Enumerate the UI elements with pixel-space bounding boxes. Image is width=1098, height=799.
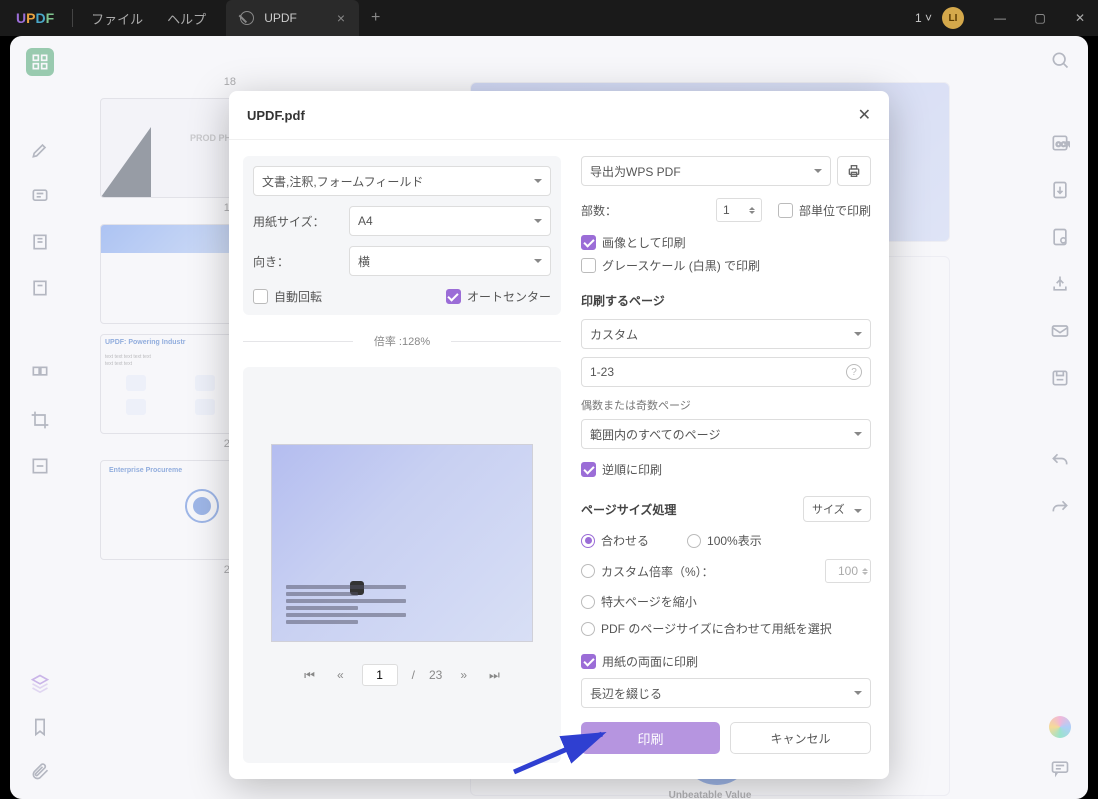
window-close-button[interactable]: ✕ xyxy=(1062,0,1098,36)
separator xyxy=(72,9,73,27)
duplex-checkbox[interactable]: 用紙の両面に印刷 xyxy=(581,653,698,670)
binding-select[interactable]: 長辺を綴じる xyxy=(581,678,871,708)
print-preview: ⏮ « / 23 » ⏭ xyxy=(243,367,561,763)
preview-page xyxy=(271,444,533,642)
odd-even-label: 偶数または奇数ページ xyxy=(581,397,871,413)
print-as-image-checkbox[interactable]: 画像として印刷 xyxy=(581,234,686,251)
first-page-button[interactable]: ⏮ xyxy=(300,664,319,687)
custom-scale-radio[interactable]: カスタム倍率（%）： xyxy=(581,563,714,580)
page-sep: / xyxy=(412,668,415,682)
cancel-button[interactable]: キャンセル xyxy=(730,722,871,754)
help-icon[interactable]: ? xyxy=(846,364,862,380)
paper-size-label: 用紙サイズ： xyxy=(253,213,349,230)
paper-size-select[interactable]: A4 xyxy=(349,206,551,236)
actual-size-radio[interactable]: 100%表示 xyxy=(687,532,762,549)
add-tab-button[interactable]: + xyxy=(371,9,380,27)
size-mode-select[interactable]: サイズ xyxy=(803,496,871,522)
copies-label: 部数： xyxy=(581,202,617,219)
page-total: 23 xyxy=(429,668,442,682)
odd-even-select[interactable]: 範囲内のすべてのページ xyxy=(581,419,871,449)
orientation-select[interactable]: 横 xyxy=(349,246,551,276)
window-maximize-button[interactable]: ▢ xyxy=(1022,0,1058,36)
collate-checkbox[interactable]: 部単位で印刷 xyxy=(778,202,871,219)
dialog-title: UPDF.pdf xyxy=(247,108,305,123)
auto-rotate-checkbox[interactable]: 自動回転 xyxy=(253,288,322,305)
copies-input[interactable]: 1 xyxy=(716,198,762,222)
choose-paper-radio[interactable]: PDF のページサイズに合わせて用紙を選択 xyxy=(581,620,832,637)
shrink-oversized-radio[interactable]: 特大ページを縮小 xyxy=(581,593,697,610)
app-logo: UPDF xyxy=(16,10,54,26)
last-page-button[interactable]: ⏭ xyxy=(485,664,504,687)
menu-help[interactable]: ヘルプ xyxy=(155,9,218,28)
fit-radio[interactable]: 合わせる xyxy=(581,532,649,549)
main-area: OCR 18 PROD PH 19 UPDF: Powering Industr… xyxy=(10,36,1088,799)
titlebar: UPDF ファイル ヘルプ UPDF × + 1 ˅ LI — ▢ ✕ xyxy=(0,0,1098,36)
auto-center-checkbox[interactable]: オートセンター xyxy=(446,288,551,305)
reverse-order-checkbox[interactable]: 逆順に印刷 xyxy=(581,461,662,478)
pages-section-title: 印刷するページ xyxy=(581,292,871,309)
tab-close-icon[interactable]: × xyxy=(337,10,345,26)
printer-select[interactable]: 导出为WPS PDF xyxy=(581,156,831,186)
document-tab[interactable]: UPDF × xyxy=(226,0,359,36)
dialog-close-button[interactable]: ✕ xyxy=(858,105,871,125)
menu-file[interactable]: ファイル xyxy=(79,9,155,28)
grayscale-checkbox[interactable]: グレースケール (白黒) で印刷 xyxy=(581,257,760,274)
print-dialog: UPDF.pdf ✕ 文書,注釈,フォームフィールド 用紙サイズ： A4 向き：… xyxy=(229,91,889,779)
print-button[interactable]: 印刷 xyxy=(581,722,720,754)
user-avatar[interactable]: LI xyxy=(942,7,964,29)
custom-scale-input[interactable]: 100 xyxy=(825,559,871,583)
orientation-label: 向き： xyxy=(253,253,349,270)
scale-label: 倍率 :128% xyxy=(243,333,561,349)
window-minimize-button[interactable]: — xyxy=(982,0,1018,36)
page-input[interactable] xyxy=(362,664,398,686)
prev-page-button[interactable]: « xyxy=(333,664,348,686)
tab-title: UPDF xyxy=(264,11,297,25)
printer-properties-button[interactable] xyxy=(837,156,871,186)
next-page-button[interactable]: » xyxy=(456,664,471,686)
page-range-input[interactable]: 1-23? xyxy=(581,357,871,387)
size-section-title: ページサイズ処理 xyxy=(581,501,676,518)
notification-count[interactable]: 1 ˅ xyxy=(915,11,932,25)
tab-icon xyxy=(240,11,254,25)
page-range-mode-select[interactable]: カスタム xyxy=(581,319,871,349)
content-select[interactable]: 文書,注釈,フォームフィールド xyxy=(253,166,551,196)
